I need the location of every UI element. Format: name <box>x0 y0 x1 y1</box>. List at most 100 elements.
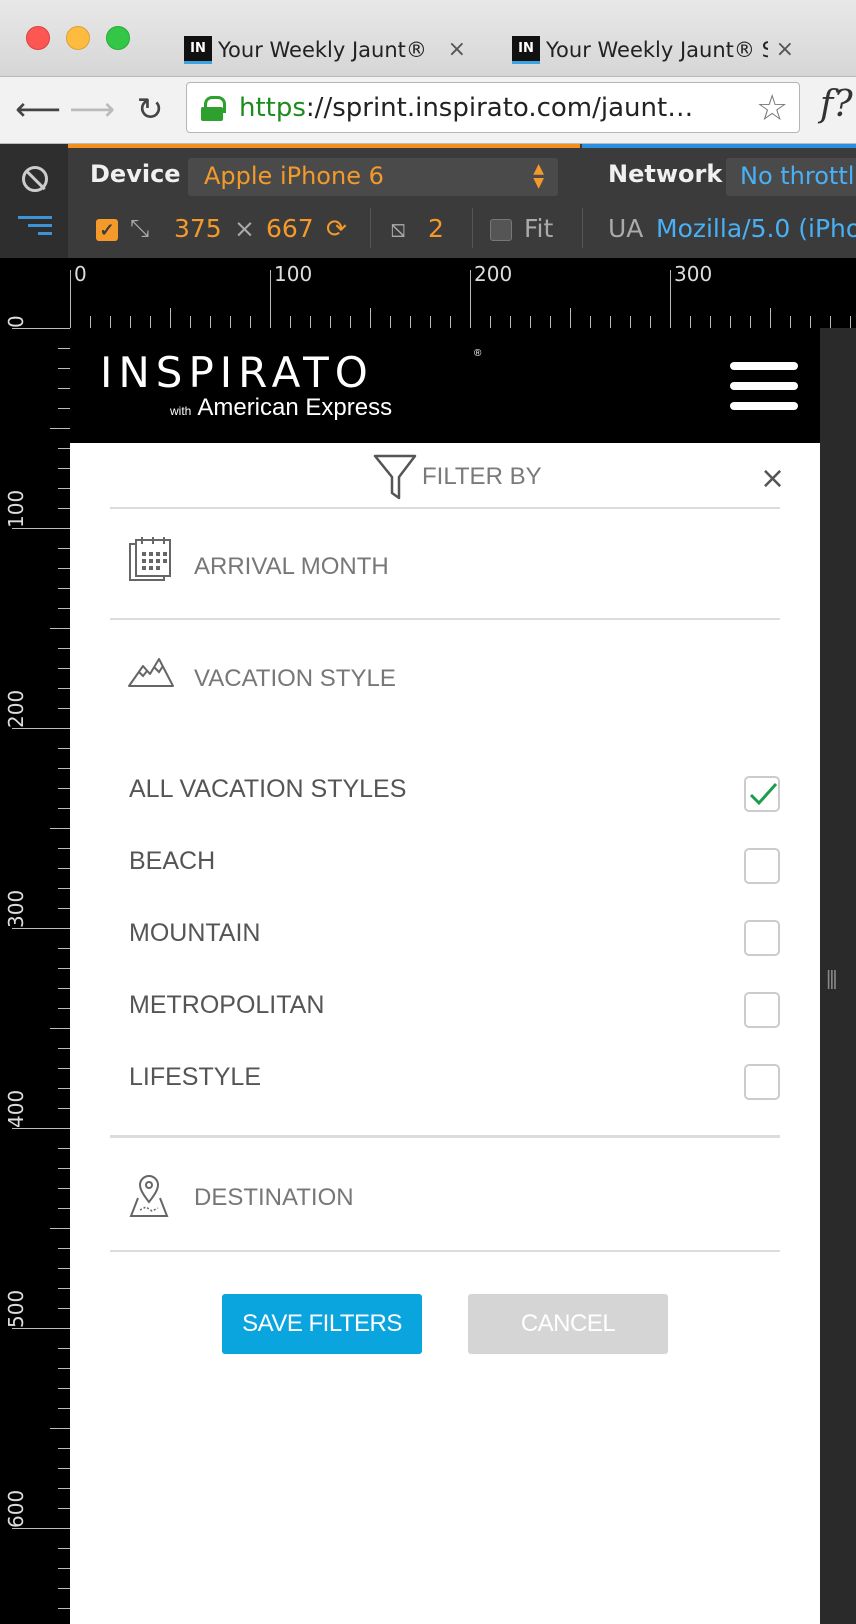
save-filters-button[interactable]: SAVE FILTERS <box>222 1294 422 1354</box>
fit-label: Fit <box>524 214 554 243</box>
devtools-side-controls <box>0 144 68 258</box>
tab-strip: IN Your Weekly Jaunt® × IN Your Weekly J… <box>0 0 856 77</box>
checkbox-beach[interactable] <box>744 848 780 884</box>
ruler-label-left: 200 <box>4 689 28 728</box>
ua-label: UA <box>608 214 644 243</box>
funnel-icon <box>373 454 417 500</box>
network-label: Network <box>608 160 723 188</box>
inspirato-favicon-icon: IN <box>512 35 540 64</box>
lock-icon <box>201 95 226 121</box>
cancel-button[interactable]: CANCEL <box>468 1294 668 1354</box>
option-lifestyle[interactable]: LIFESTYLE <box>129 1063 261 1092</box>
height-field[interactable]: 667 <box>266 214 314 243</box>
close-filter-icon[interactable]: × <box>760 461 785 496</box>
close-window-button[interactable] <box>26 26 50 50</box>
option-all-vacation-styles[interactable]: ALL VACATION STYLES <box>129 775 406 804</box>
pixel-ratio-icon: ⧅ <box>390 214 406 243</box>
calendar-icon <box>129 537 171 581</box>
vertical-ruler <box>0 258 70 1624</box>
times-sign: × <box>234 214 255 243</box>
section-arrival-month[interactable]: ARRIVAL MONTH <box>194 553 389 581</box>
resize-grip-icon[interactable]: ||| <box>826 968 838 991</box>
divider <box>110 1135 780 1138</box>
media-queries-icon[interactable] <box>18 216 52 242</box>
fit-checkbox[interactable] <box>490 219 512 241</box>
tab-title: Your Weekly Jaunt® <box>218 37 427 62</box>
tab-close-icon[interactable]: × <box>448 37 466 62</box>
checkbox-metropolitan[interactable] <box>744 992 780 1028</box>
device-select-value: Apple iPhone 6 <box>204 162 384 190</box>
divider <box>110 507 780 509</box>
new-tab-button[interactable] <box>812 22 856 77</box>
ruler-label-left: 500 <box>4 1289 28 1328</box>
checkbox-lifestyle[interactable] <box>744 1064 780 1100</box>
inspirato-logo[interactable]: INSPIRATO <box>100 348 374 397</box>
ruler-label-left: 300 <box>4 889 28 928</box>
logo-partner: American Express <box>197 394 393 421</box>
network-select-value: No throttling <box>740 162 856 190</box>
horizontal-ruler <box>0 258 856 328</box>
emulate-resolution-checkbox[interactable]: ✓ <box>96 219 118 241</box>
address-bar[interactable]: https ://sprint.inspirato.com/jaunt… <box>186 82 800 133</box>
rotate-icon[interactable]: ⟳ <box>326 214 347 243</box>
extension-icon[interactable]: f? <box>820 84 853 125</box>
url-scheme: https <box>239 92 306 123</box>
site-header: INSPIRATO ® with American Express <box>70 328 820 443</box>
ruler-label-left: 100 <box>4 489 28 528</box>
separator <box>582 208 583 248</box>
hamburger-menu-icon[interactable] <box>730 362 798 412</box>
url-text: ://sprint.inspirato.com/jaunt… <box>305 92 694 123</box>
filter-header: FILTER BY × <box>70 443 820 507</box>
checkmark-icon <box>749 782 778 806</box>
ruler-label-top: 100 <box>274 262 313 286</box>
resolution-icon: ⤡ <box>130 214 150 242</box>
inspirato-favicon-icon: IN <box>184 35 212 64</box>
device-select[interactable]: Apple iPhone 6 ▲ ▼ <box>188 158 558 196</box>
disable-emulation-icon[interactable] <box>22 166 48 192</box>
device-section-accent <box>68 144 580 148</box>
device-label: Device <box>90 160 181 188</box>
option-mountain[interactable]: MOUNTAIN <box>129 919 260 948</box>
checkbox-mountain[interactable] <box>744 920 780 956</box>
browser-tab-1[interactable]: IN Your Weekly Jaunt® × <box>160 22 480 77</box>
width-field[interactable]: 375 <box>174 214 222 243</box>
mountain-icon <box>128 658 174 687</box>
option-beach[interactable]: BEACH <box>129 847 215 876</box>
back-arrow-icon[interactable]: ⟵ <box>15 89 61 129</box>
option-metropolitan[interactable]: METROPOLITAN <box>129 991 324 1020</box>
bookmark-star-icon[interactable]: ☆ <box>756 88 788 129</box>
forward-arrow-icon[interactable]: ⟶ <box>69 89 115 129</box>
network-section-accent <box>582 144 856 148</box>
minimize-window-button[interactable] <box>66 26 90 50</box>
emulated-viewport: INSPIRATO ® with American Express FILTER … <box>70 328 820 1624</box>
ruler-label-top: 300 <box>674 262 713 286</box>
vertical-ruler-ticks <box>12 328 70 1609</box>
section-vacation-style[interactable]: VACATION STYLE <box>194 665 396 693</box>
filter-title: FILTER BY <box>422 463 542 490</box>
tab-close-icon[interactable]: × <box>776 37 794 62</box>
ua-field[interactable]: Mozilla/5.0 (iPhone <box>656 214 856 243</box>
ruler-label-left: 0 <box>4 315 28 328</box>
ruler-label-top: 200 <box>474 262 513 286</box>
section-destination[interactable]: DESTINATION <box>194 1184 354 1212</box>
tab-title: Your Weekly Jaunt® S <box>546 37 768 62</box>
pixel-ratio-field[interactable]: 2 <box>428 214 444 243</box>
browser-tab-2-active[interactable]: IN Your Weekly Jaunt® S × <box>488 22 808 77</box>
divider <box>110 618 780 620</box>
ruler-label-left: 400 <box>4 1089 28 1128</box>
reload-icon[interactable]: ↻ <box>130 89 170 129</box>
select-arrows-icon: ▲ ▼ <box>533 161 544 191</box>
divider <box>110 1250 780 1252</box>
separator <box>370 208 371 248</box>
network-select[interactable]: No throttling <box>726 158 856 196</box>
checkbox-all-vacation-styles[interactable] <box>744 776 780 812</box>
ruler-label-top: 0 <box>74 262 87 286</box>
logo-partner-line: with American Express <box>170 394 392 422</box>
ruler-label-left: 600 <box>4 1489 28 1528</box>
logo-registered-mark: ® <box>474 348 482 359</box>
zoom-window-button[interactable] <box>106 26 130 50</box>
horizontal-ruler-ticks <box>70 270 851 328</box>
separator <box>472 208 473 248</box>
map-pin-icon <box>129 1175 169 1217</box>
logo-with: with <box>170 404 192 418</box>
